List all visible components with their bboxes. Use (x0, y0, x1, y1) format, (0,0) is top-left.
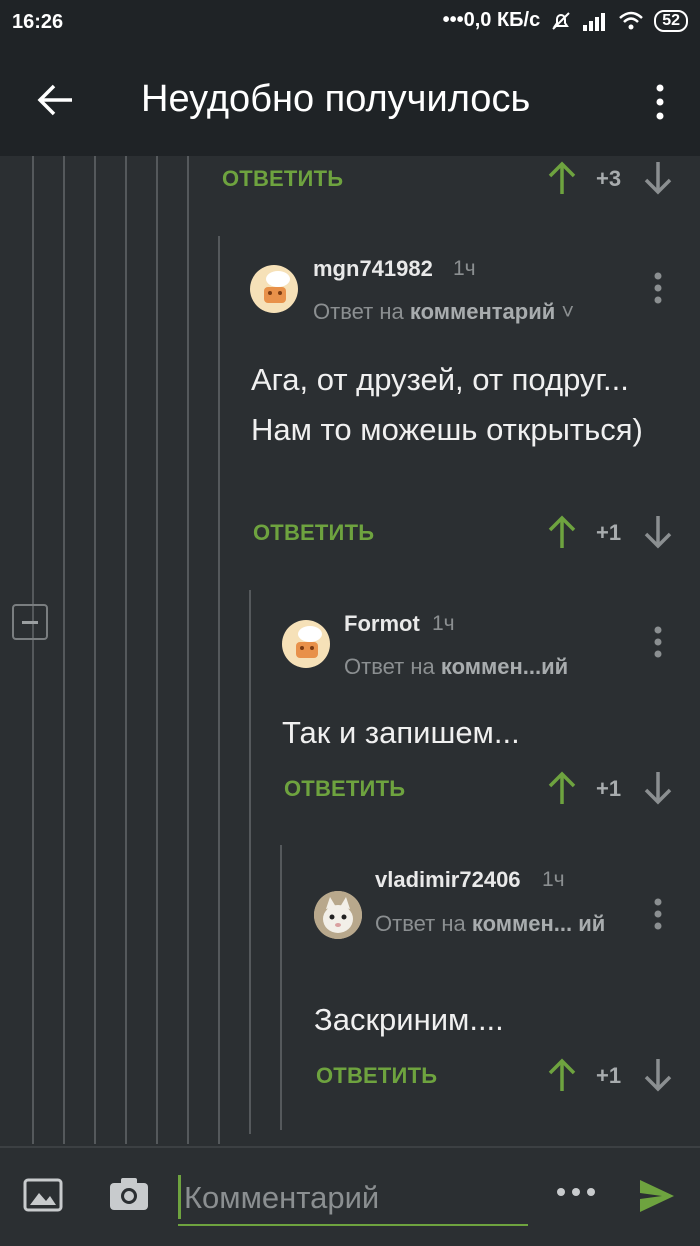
thread-line (156, 156, 158, 1144)
upvote-arrow-icon[interactable] (542, 512, 582, 552)
upvote-arrow-icon[interactable] (542, 1055, 582, 1095)
send-icon[interactable] (638, 1178, 676, 1214)
reply-button[interactable]: ОТВЕТИТЬ (253, 520, 374, 546)
avatar-cat-icon (314, 891, 362, 939)
text-cursor (178, 1175, 181, 1219)
comment-time: 1ч (432, 612, 455, 635)
avatar-chef-icon (264, 271, 290, 303)
reply-button[interactable]: ОТВЕТИТЬ (284, 776, 405, 802)
username[interactable]: mgn741982 (313, 256, 433, 282)
thread-line (32, 156, 34, 1144)
comment-time: 1ч (453, 257, 476, 280)
downvote-arrow-icon[interactable] (638, 158, 678, 198)
comment-score: +1 (596, 1063, 622, 1088)
comment-text: Заскриним.... (314, 1002, 504, 1037)
signal-icon (583, 12, 606, 31)
comment-menu-icon[interactable] (653, 626, 663, 658)
reply-to-link[interactable]: Ответ на коммен...ий (344, 654, 568, 680)
thread-line (63, 156, 65, 1144)
reply-to-link[interactable]: Ответ на коммен... ий (375, 908, 625, 940)
collapse-thread-button[interactable] (12, 604, 48, 640)
status-icons: •••0,0 КБ/с 52 (443, 9, 688, 32)
upvote-arrow-icon[interactable] (542, 158, 582, 198)
comment-text: Ага, от друзей, от подруг... Нам то може… (251, 362, 643, 447)
upvote-arrow-icon[interactable] (542, 768, 582, 808)
thread-line (94, 156, 96, 1144)
reply-button[interactable]: ОТВЕТИТЬ (222, 166, 343, 192)
back-arrow-icon[interactable] (34, 78, 78, 122)
thread-line (125, 156, 127, 1144)
comment-score: +1 (596, 520, 622, 545)
comment-menu-icon[interactable] (653, 272, 663, 304)
thread-line (187, 156, 189, 1144)
downvote-arrow-icon[interactable] (638, 1055, 678, 1095)
network-speed: •••0,0 КБ/с (442, 9, 541, 31)
thread-line (249, 590, 251, 1134)
wifi-icon (619, 11, 644, 29)
reply-button[interactable]: ОТВЕТИТЬ (316, 1063, 437, 1089)
avatar[interactable] (282, 620, 330, 668)
avatar[interactable] (314, 891, 362, 939)
thread-line (218, 236, 220, 1144)
page-title: Неудобно получилось (141, 78, 531, 120)
thread-line (280, 845, 282, 1130)
comment-input-underline (178, 1224, 528, 1226)
top-app-bar: Неудобно получилось (0, 48, 700, 156)
image-icon[interactable] (23, 1178, 63, 1212)
downvote-arrow-icon[interactable] (638, 768, 678, 808)
battery-indicator: 52 (654, 9, 688, 32)
comment-input[interactable]: Комментарий (184, 1180, 379, 1216)
avatar-chef-icon (296, 626, 322, 658)
reply-to-link[interactable]: Ответ на комментарий ˅ (313, 299, 574, 325)
downvote-arrow-icon[interactable] (638, 512, 678, 552)
username[interactable]: Formot (344, 611, 420, 637)
avatar[interactable] (250, 265, 298, 313)
status-time: 16:26 (12, 11, 64, 33)
status-bar: 16:26 •••0,0 КБ/с 52 (0, 0, 700, 48)
more-vert-icon[interactable] (650, 82, 670, 122)
comment-time: 1ч (542, 868, 565, 891)
more-horiz-icon[interactable] (555, 1185, 597, 1199)
mute-icon (552, 11, 570, 30)
comment-menu-icon[interactable] (653, 898, 663, 930)
comment-score: +1 (596, 776, 622, 801)
comment-score: +3 (596, 166, 622, 191)
camera-icon[interactable] (108, 1176, 150, 1212)
username[interactable]: vladimir72406 (375, 867, 521, 893)
comment-text: Так и запишем... (282, 715, 520, 750)
